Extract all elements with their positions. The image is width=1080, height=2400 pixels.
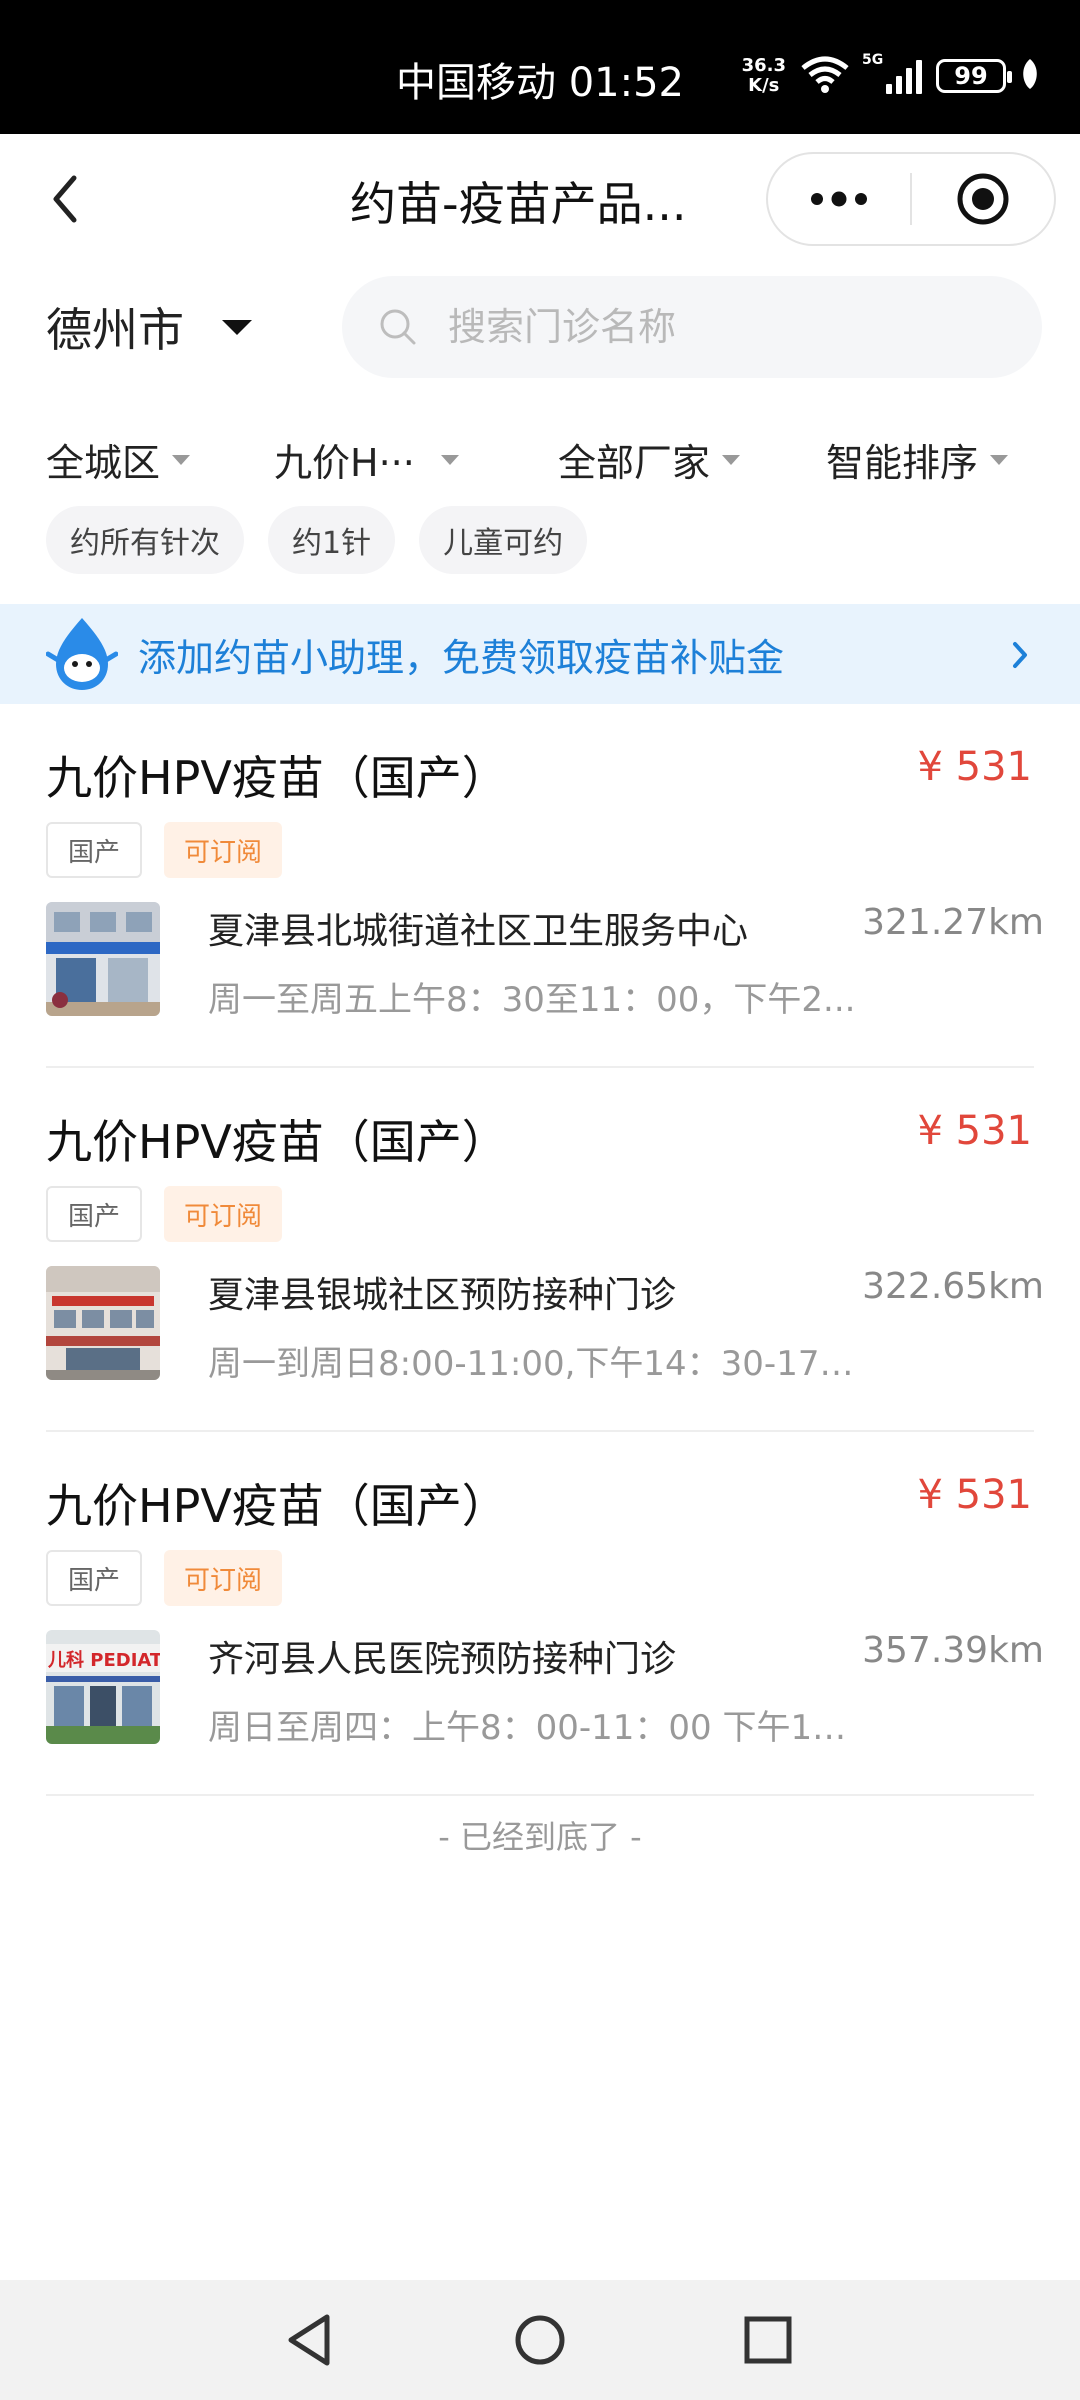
thumb3-sign-text: 儿科 PEDIAT xyxy=(47,1649,160,1671)
vaccine-name: 九价HPV疫苗（国产） xyxy=(46,1479,508,1533)
list-end-text: - 已经到底了 - xyxy=(438,1818,642,1856)
tag-subscribable: 可订阅 xyxy=(164,822,283,878)
net-speed-unit: K/s xyxy=(748,75,780,96)
quick-filter-chips: 约所有针次 约1针 儿童可约 xyxy=(46,506,588,574)
status-icons: 36.3 K/s 5G 99 xyxy=(742,52,1040,98)
battery-level: 99 xyxy=(954,62,988,90)
search-box[interactable] xyxy=(342,276,1042,378)
battery-icon: 99 xyxy=(936,59,1012,93)
tag-row: 国产 可订阅 xyxy=(46,822,283,878)
assistant-banner[interactable]: 添加约苗小助理，免费领取疫苗补贴金 xyxy=(0,604,1080,704)
signal-type: 5G xyxy=(862,52,884,68)
tag-subscribable: 可订阅 xyxy=(164,1550,283,1606)
clinic-hours: 周一至周五上午8：30至11：00，下午2... xyxy=(208,980,856,1020)
net-speed-value: 36.3 xyxy=(741,55,786,76)
caret-down-icon xyxy=(172,454,191,465)
tag-subscribable: 可订阅 xyxy=(164,1186,283,1242)
list-item[interactable]: 九价HPV疫苗（国产） ¥ 531 国产 可订阅 儿科 PEDIAT 齐河县人民… xyxy=(46,1432,1044,1796)
wifi-icon xyxy=(800,54,850,98)
clinic-name: 齐河县人民医院预防接种门诊 xyxy=(208,1639,677,1680)
tag-domestic: 国产 xyxy=(46,822,143,878)
clinic-distance: 322.65km xyxy=(862,1266,1044,1307)
list-item[interactable]: 九价HPV疫苗（国产） ¥ 531 国产 可订阅 夏津县银城社区预防接种门诊 3… xyxy=(46,1068,1044,1432)
chip-children[interactable]: 儿童可约 xyxy=(419,506,588,574)
tag-domestic: 国产 xyxy=(46,1186,143,1242)
clinic-thumbnail: 儿科 PEDIAT xyxy=(46,1630,160,1744)
clinic-hours: 周一到周日8:00-11:00,下午14：30-17：... xyxy=(208,1344,858,1384)
search-icon xyxy=(380,309,416,345)
back-button[interactable] xyxy=(40,174,90,224)
nav-home-button[interactable] xyxy=(510,2310,570,2370)
chip-all-doses[interactable]: 约所有针次 xyxy=(46,506,244,574)
vaccine-price: ¥ 531 xyxy=(917,1472,1032,1518)
filter-district[interactable]: 全城区 xyxy=(46,432,191,487)
list-item[interactable]: 九价HPV疫苗（国产） ¥ 531 国产 可订阅 夏津县北城街道社区卫生服务中心… xyxy=(46,704,1044,1068)
search-input[interactable] xyxy=(448,305,1008,349)
filter-manufacturer-label: 全部厂家 xyxy=(558,441,711,485)
leaf-icon xyxy=(1020,57,1040,95)
miniprogram-capsule xyxy=(766,152,1056,246)
city-selector[interactable]: 德州市 xyxy=(46,294,252,360)
clock: 01:52 xyxy=(568,60,684,106)
more-button[interactable] xyxy=(768,154,910,244)
page-title: 约苗-疫苗产品... xyxy=(350,177,687,231)
tag-domestic: 国产 xyxy=(46,1550,143,1606)
tag-row: 国产 可订阅 xyxy=(46,1186,283,1242)
nav-bar: 约苗-疫苗产品... xyxy=(0,134,1080,266)
square-recents-icon xyxy=(744,2316,792,2364)
clinic-thumbnail xyxy=(46,1266,160,1380)
clinic-name: 夏津县银城社区预防接种门诊 xyxy=(208,1275,677,1316)
clinic-thumbnail xyxy=(46,902,160,1016)
caret-down-icon xyxy=(440,454,459,465)
caret-down-icon xyxy=(222,319,252,335)
filter-manufacturer[interactable]: 全部厂家 xyxy=(558,432,741,487)
clinic-distance: 357.39km xyxy=(862,1630,1044,1671)
caret-down-icon xyxy=(722,454,741,465)
mascot-icon xyxy=(46,618,118,690)
caret-down-icon xyxy=(990,454,1009,465)
clinic-distance: 321.27km xyxy=(862,902,1044,943)
net-speed: 36.3 K/s xyxy=(742,56,786,96)
vaccine-price: ¥ 531 xyxy=(917,1108,1032,1154)
chevron-right-icon xyxy=(1013,642,1027,668)
nav-recents-button[interactable] xyxy=(738,2310,798,2370)
triangle-back-icon xyxy=(288,2314,330,2366)
tag-row: 国产 可订阅 xyxy=(46,1550,283,1606)
target-icon xyxy=(957,173,1009,225)
clinic-list: 九价HPV疫苗（国产） ¥ 531 国产 可订阅 夏津县北城街道社区卫生服务中心… xyxy=(0,704,1080,1796)
vaccine-price: ¥ 531 xyxy=(917,744,1032,790)
filter-bar: 全城区 九价H··· 全部厂家 智能排序 xyxy=(0,428,1080,488)
filter-district-label: 全城区 xyxy=(46,441,161,485)
clinic-name: 夏津县北城街道社区卫生服务中心 xyxy=(208,911,749,952)
circle-home-icon xyxy=(515,2315,565,2365)
close-miniprogram-button[interactable] xyxy=(912,154,1054,244)
vaccine-name: 九价HPV疫苗（国产） xyxy=(46,751,508,805)
filter-sort[interactable]: 智能排序 xyxy=(826,432,1009,487)
vaccine-name: 九价HPV疫苗（国产） xyxy=(46,1115,508,1169)
filter-sort-label: 智能排序 xyxy=(826,441,979,485)
nav-back-button[interactable] xyxy=(280,2310,340,2370)
banner-text: 添加约苗小助理，免费领取疫苗补贴金 xyxy=(138,635,785,680)
cellular-signal-icon: 5G xyxy=(862,52,922,94)
system-nav-bar xyxy=(0,2280,1080,2400)
city-label: 德州市 xyxy=(46,303,184,357)
filter-vaccine[interactable]: 九价H··· xyxy=(274,432,459,487)
chip-one-dose[interactable]: 约1针 xyxy=(268,506,396,574)
chevron-left-icon xyxy=(53,175,77,223)
clinic-hours: 周日至周四：上午8：00-11：00 下午13... xyxy=(208,1708,858,1748)
more-dots-icon xyxy=(811,191,867,207)
status-bar: 中国移动 01:52 36.3 K/s 5G 99 xyxy=(0,0,1080,134)
carrier-label: 中国移动 xyxy=(396,60,556,106)
filter-vaccine-label: 九价H··· xyxy=(274,441,415,485)
